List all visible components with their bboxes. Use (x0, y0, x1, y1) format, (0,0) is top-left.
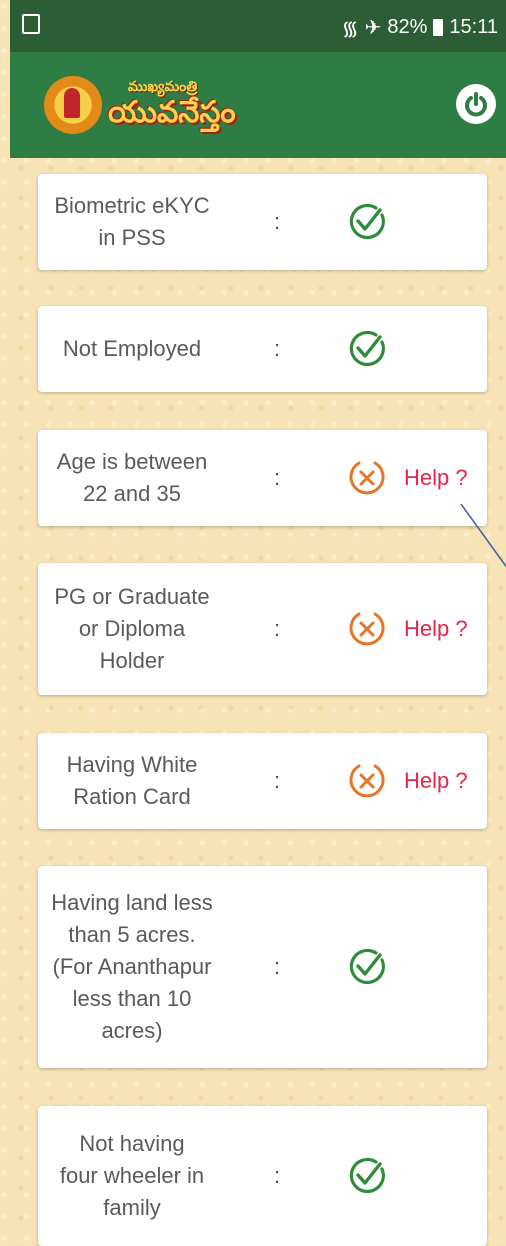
criteria-label: Not having four wheeler in family (59, 1131, 205, 1220)
logo-big-text: యువనేస్తం (108, 96, 236, 129)
criteria-label: Biometric eKYC in PSS (54, 193, 210, 250)
criteria-card: PG or Graduate or Diploma Holder: Help ? (38, 563, 487, 695)
check-circle-icon (349, 330, 385, 367)
clock: 15:11 (449, 16, 498, 38)
criteria-label: Having land less than 5 acres. (For Anan… (51, 890, 213, 1043)
battery-percent: 82% (387, 16, 428, 38)
criteria-label: Not Employed (62, 336, 202, 361)
check-circle-icon (349, 948, 385, 985)
criteria-separator: : (274, 616, 281, 641)
airplane-mode-icon: ✈ (364, 17, 382, 39)
status-indicators: ᯾ ✈ 82% 15:11 (342, 14, 498, 41)
logo-emblem (44, 76, 102, 134)
x-circle-icon (349, 764, 385, 798)
help-link[interactable]: Help ? (404, 616, 468, 642)
check-circle-icon (349, 203, 385, 240)
status-bar: ᯾ ✈ 82% 15:11 (10, 0, 506, 52)
power-button[interactable] (456, 84, 496, 124)
annotation-line (460, 503, 506, 568)
criteria-separator: : (274, 954, 281, 979)
help-link[interactable]: Help ? (404, 465, 468, 491)
criteria-separator: : (274, 1163, 281, 1188)
criteria-card: Biometric eKYC in PSS: (38, 174, 487, 270)
x-circle-icon (349, 461, 385, 495)
criteria-separator: : (274, 465, 281, 490)
criteria-separator: : (274, 209, 281, 234)
criteria-card: Age is between 22 and 35: Help ? (38, 430, 487, 526)
battery-icon (433, 19, 444, 36)
help-link[interactable]: Help ? (404, 768, 468, 794)
criteria-card: Having White Ration Card: Help ? (38, 733, 487, 829)
power-icon (465, 92, 487, 117)
criteria-card: Not having four wheeler in family: (38, 1106, 487, 1246)
criteria-separator: : (274, 768, 281, 793)
criteria-label: Age is between 22 and 35 (56, 449, 208, 506)
x-circle-icon (349, 612, 385, 646)
criteria-card: Having land less than 5 acres. (For Anan… (38, 866, 487, 1068)
criteria-label: PG or Graduate or Diploma Holder (54, 584, 210, 673)
check-circle-icon (349, 1157, 385, 1194)
app-logo: ముఖ్యమంత్రి యువనేస్తం (44, 72, 254, 142)
criteria-card: Not Employed: (38, 306, 487, 392)
screenshot-icon (22, 14, 40, 34)
logo-small-text: ముఖ్యమంత్రి (128, 78, 198, 94)
wifi-icon: ᯾ (341, 18, 359, 40)
app-bar: ముఖ్యమంత్రి యువనేస్తం (10, 52, 506, 158)
criteria-label: Having White Ration Card (66, 752, 198, 809)
criteria-separator: : (274, 336, 281, 361)
